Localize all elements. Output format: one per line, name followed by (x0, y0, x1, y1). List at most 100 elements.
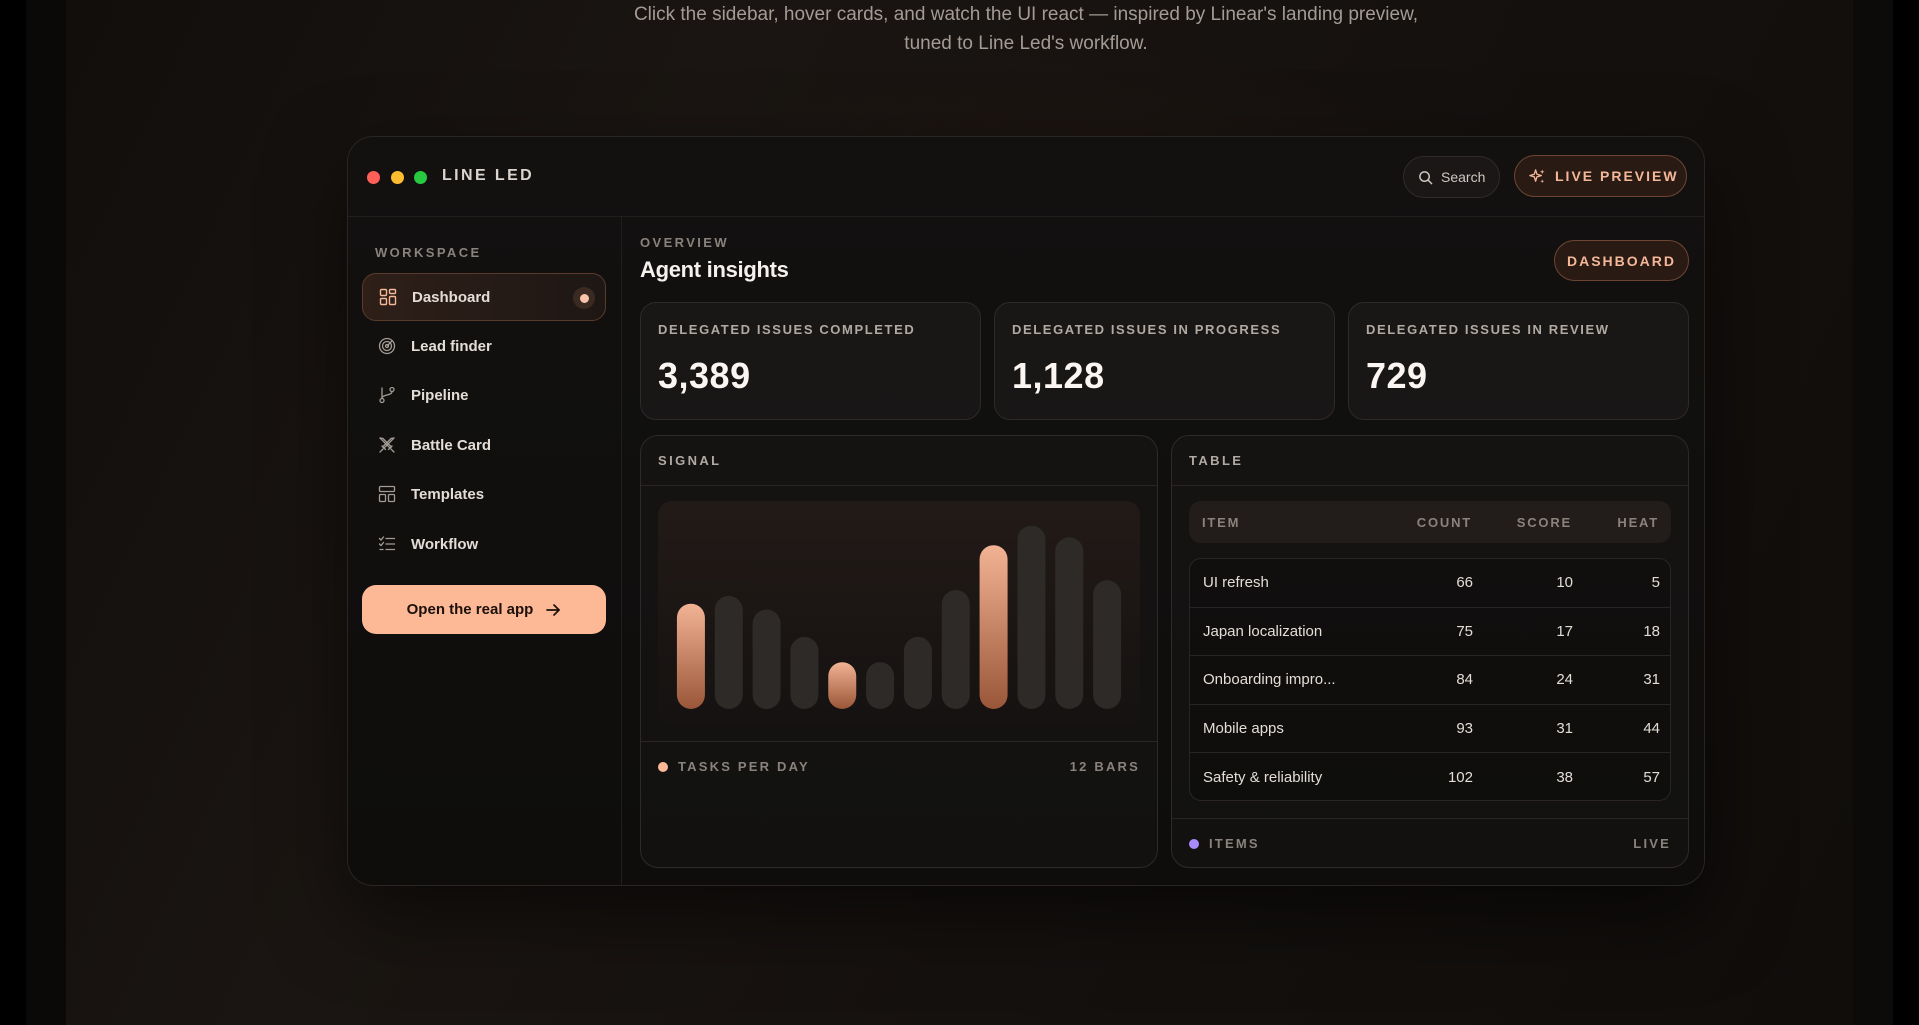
sidebar-item-battle-card[interactable]: Battle Card (362, 421, 606, 469)
signal-bar[interactable] (941, 590, 970, 709)
left-margin (26, 0, 66, 1025)
sidebar-item-label: Workflow (411, 535, 479, 553)
stat-value: 729 (1366, 355, 1428, 396)
cell-count: 66 (1456, 574, 1473, 592)
right-margin (1853, 0, 1893, 1025)
stat-card-completed[interactable]: DELEGATED ISSUES COMPLETED 3,389 (640, 302, 981, 420)
signal-bar[interactable] (1017, 525, 1046, 709)
signal-legend-label: TASKS PER DAY (678, 759, 810, 774)
branch-icon (377, 385, 397, 405)
maximize-window-dot[interactable] (414, 171, 427, 184)
column-header-item[interactable]: ITEM (1189, 515, 1379, 530)
cell-count: 93 (1456, 720, 1473, 738)
signal-legend-item: TASKS PER DAY (658, 759, 810, 774)
signal-panel[interactable]: SIGNAL TASKS PER DAY 12 BARS (640, 435, 1158, 868)
app-preview-window: LINE LED Search LIVE PREVIEW WORKSPACE D… (347, 136, 1705, 886)
page-background: Click the sidebar, hover cards, and watc… (66, 0, 1853, 1025)
signal-bar[interactable] (979, 545, 1008, 709)
sparkles-icon (1529, 168, 1545, 183)
cell-score: 17 (1556, 622, 1573, 640)
sidebar: WORKSPACE Dashboard Lead finder Pipeline (348, 217, 622, 885)
stat-card-in-review[interactable]: DELEGATED ISSUES IN REVIEW 729 (1348, 302, 1689, 420)
sidebar-item-pipeline[interactable]: Pipeline (362, 371, 606, 419)
bar-count-label: 12 BARS (1069, 759, 1140, 774)
signal-bar[interactable] (714, 595, 743, 709)
active-indicator (573, 287, 595, 309)
stat-label: DELEGATED ISSUES COMPLETED (658, 322, 916, 337)
stat-value: 3,389 (658, 355, 751, 396)
table-title: TABLE (1189, 453, 1244, 468)
sidebar-item-templates[interactable]: Templates (362, 470, 606, 518)
signal-bar[interactable] (903, 636, 932, 709)
table-panel[interactable]: TABLE ITEM COUNT SCORE HEAT UI refresh 6… (1171, 435, 1689, 868)
checklist-icon (377, 534, 397, 554)
signal-bar[interactable] (866, 662, 895, 709)
cell-heat: 31 (1643, 671, 1660, 689)
dashboard-badge[interactable]: DASHBOARD (1554, 240, 1689, 281)
table-row[interactable]: Safety & reliability 102 38 57 (1190, 753, 1670, 800)
open-real-app-button[interactable]: Open the real app (362, 585, 606, 634)
workspace-label: WORKSPACE (375, 245, 482, 260)
swords-icon (377, 435, 397, 455)
cell-count: 75 (1456, 622, 1473, 640)
titlebar: LINE LED Search LIVE PREVIEW (348, 137, 1704, 217)
live-preview-label: LIVE PREVIEW (1555, 168, 1679, 184)
signal-legend: TASKS PER DAY 12 BARS (658, 759, 1140, 774)
column-header-score[interactable]: SCORE (1472, 515, 1572, 530)
live-preview-button[interactable]: LIVE PREVIEW (1514, 155, 1687, 197)
overview-label: OVERVIEW (640, 235, 730, 250)
cell-count: 102 (1447, 769, 1473, 787)
table-row[interactable]: Japan localization 75 17 18 (1190, 608, 1670, 657)
signal-panel-header: SIGNAL (641, 436, 1157, 486)
cell-score: 31 (1556, 720, 1573, 738)
grid-icon (378, 287, 398, 307)
column-header-heat[interactable]: HEAT (1572, 515, 1659, 530)
close-window-dot[interactable] (367, 171, 380, 184)
cell-score: 10 (1556, 574, 1573, 592)
sidebar-item-dashboard[interactable]: Dashboard (362, 273, 606, 321)
signal-bar[interactable] (676, 603, 705, 709)
cell-item: UI refresh (1203, 574, 1269, 592)
hero-subtitle: Click the sidebar, hover cards, and watc… (606, 0, 1446, 58)
sidebar-item-workflow[interactable]: Workflow (362, 520, 606, 568)
brand-name: LINE LED (442, 167, 535, 184)
table-divider (1172, 818, 1688, 819)
right-edge (1893, 0, 1919, 1025)
signal-bar[interactable] (1093, 580, 1122, 709)
table-row[interactable]: Onboarding impro... 84 24 31 (1190, 656, 1670, 705)
cell-heat: 44 (1643, 720, 1660, 738)
page-title: Agent insights (640, 257, 789, 282)
table-body: UI refresh 66 10 5 Japan localization 75… (1189, 558, 1671, 801)
hero-subtitle-line-1: Click the sidebar, hover cards, and watc… (633, 4, 1419, 25)
cell-score: 24 (1556, 671, 1573, 689)
stat-card-in-progress[interactable]: DELEGATED ISSUES IN PROGRESS 1,128 (994, 302, 1335, 420)
signal-bar[interactable] (752, 609, 781, 709)
signal-bar[interactable] (1055, 537, 1084, 709)
radar-icon (377, 336, 397, 356)
table-legend-item: ITEMS (1189, 836, 1260, 851)
minimize-window-dot[interactable] (391, 171, 404, 184)
signal-title: SIGNAL (658, 453, 722, 468)
layout-icon (377, 484, 397, 504)
signal-bar-chart (676, 525, 1122, 709)
arrow-right-icon (546, 603, 561, 616)
sidebar-item-lead-finder[interactable]: Lead finder (362, 322, 606, 370)
signal-divider (641, 741, 1157, 742)
stat-label: DELEGATED ISSUES IN PROGRESS (1012, 322, 1282, 337)
cell-score: 38 (1556, 769, 1573, 787)
cell-heat: 5 (1651, 574, 1660, 592)
cell-item: Safety & reliability (1203, 769, 1323, 787)
table-legend: ITEMS LIVE (1189, 836, 1671, 851)
cell-item: Onboarding impro... (1203, 671, 1336, 689)
hero-subtitle-line-2: tuned to Line Led's workflow. (904, 33, 1148, 54)
search-icon (1419, 170, 1433, 184)
signal-bar[interactable] (790, 636, 819, 709)
signal-bar[interactable] (828, 662, 857, 709)
table-status-label: LIVE (1633, 836, 1671, 851)
table-row[interactable]: Mobile apps 93 31 44 (1190, 705, 1670, 754)
cell-count: 84 (1456, 671, 1473, 689)
table-row[interactable]: UI refresh 66 10 5 (1190, 559, 1670, 608)
column-header-count[interactable]: COUNT (1379, 515, 1472, 530)
search-button[interactable]: Search (1403, 156, 1500, 198)
legend-dot (1189, 838, 1199, 849)
